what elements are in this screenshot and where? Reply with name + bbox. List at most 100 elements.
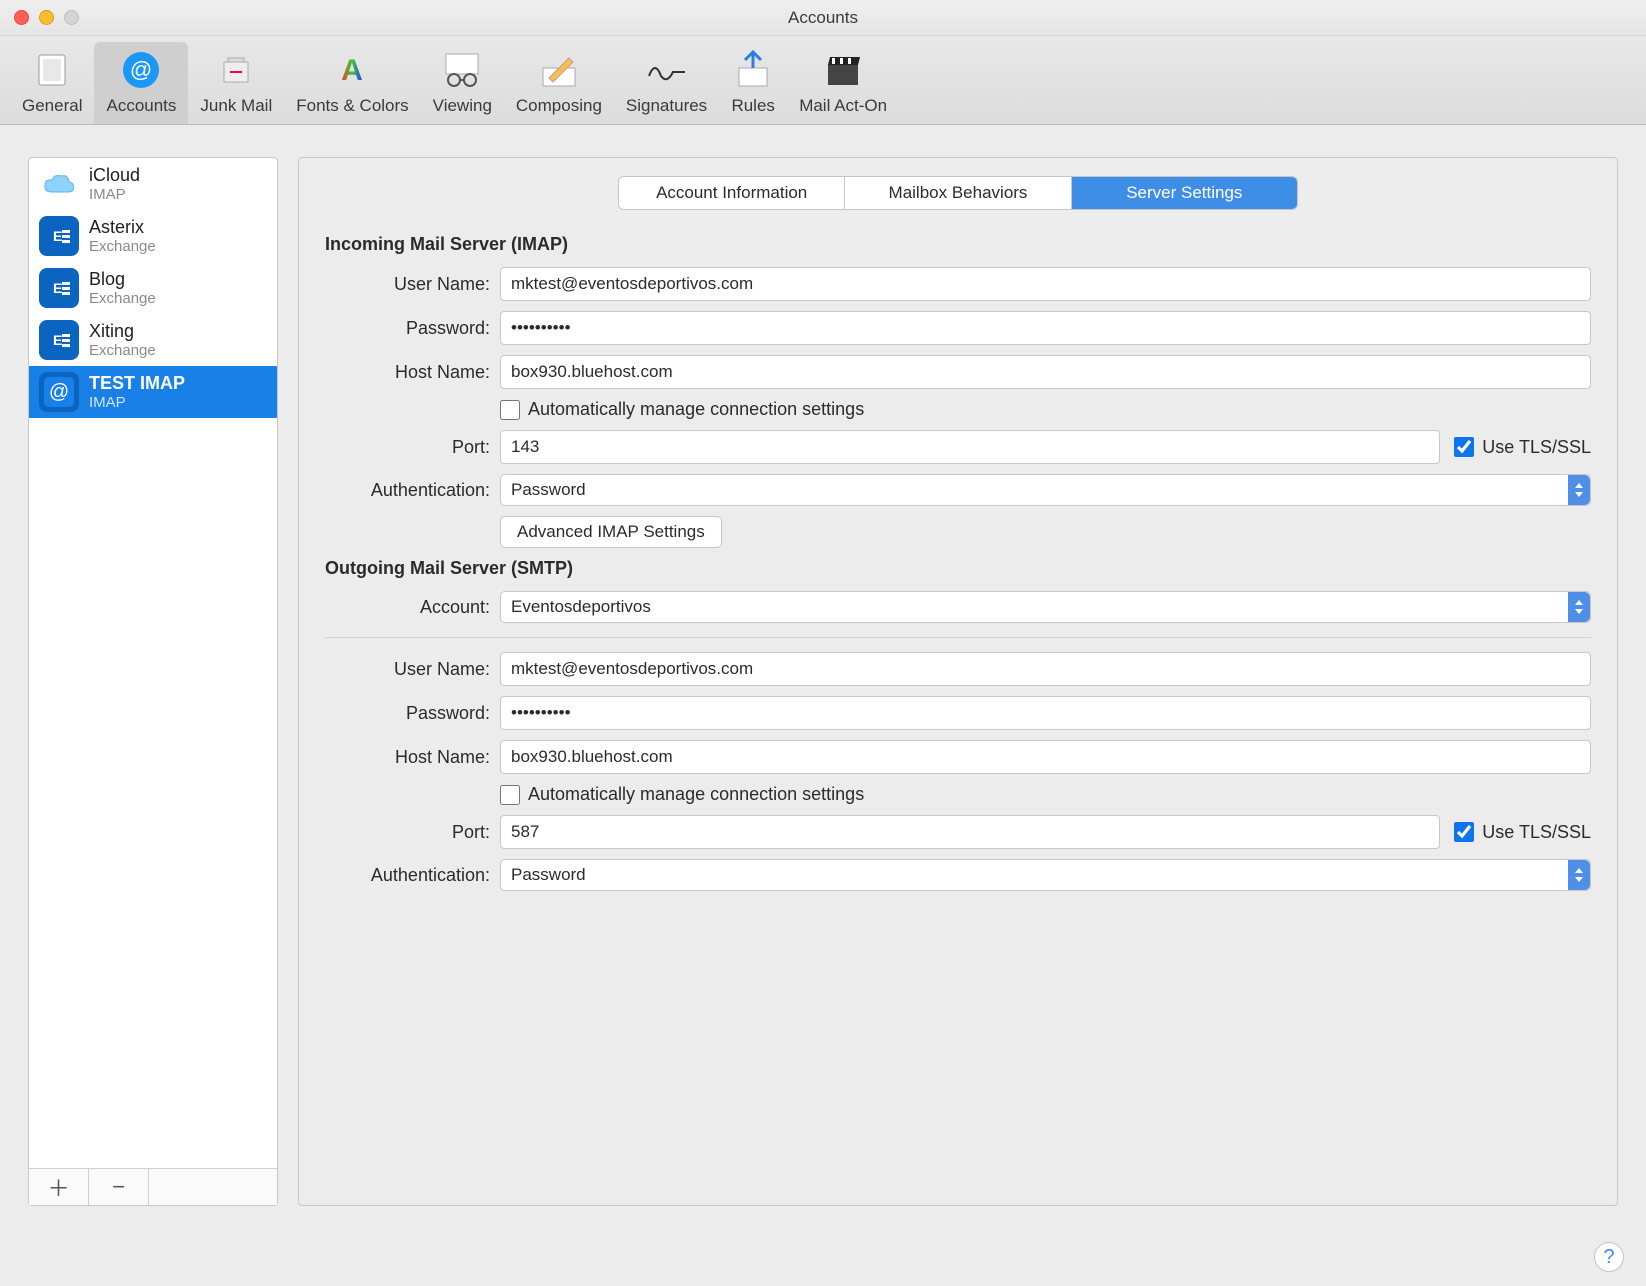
sidebar-item-icloud[interactable]: iCloud IMAP xyxy=(29,158,277,210)
sidebar-item-xiting[interactable]: E Xiting Exchange xyxy=(29,314,277,366)
advanced-imap-button[interactable]: Advanced IMAP Settings xyxy=(500,516,722,548)
svg-text:@: @ xyxy=(130,57,152,82)
incoming-host-label: Host Name: xyxy=(325,362,500,383)
accounts-sidebar: iCloud IMAP E Asterix Exchange E xyxy=(28,157,278,1206)
exchange-icon: E xyxy=(39,216,79,256)
account-name: TEST IMAP xyxy=(89,373,185,394)
sidebar-footer: ＋ − xyxy=(29,1168,277,1205)
outgoing-auto-checkbox[interactable]: Automatically manage connection settings xyxy=(500,784,864,805)
add-account-button[interactable]: ＋ xyxy=(29,1169,89,1205)
toolbar-accounts-label: Accounts xyxy=(106,96,176,116)
divider xyxy=(325,637,1591,638)
svg-text:E: E xyxy=(53,280,62,296)
sidebar-item-test-imap[interactable]: @ TEST IMAP IMAP xyxy=(29,366,277,418)
outgoing-heading: Outgoing Mail Server (SMTP) xyxy=(325,558,1591,579)
outgoing-port-input[interactable] xyxy=(500,815,1440,849)
incoming-tls-checkbox-input[interactable] xyxy=(1454,437,1474,457)
toolbar-signatures-label: Signatures xyxy=(626,96,707,116)
select-stepper-icon xyxy=(1568,860,1590,890)
tab-account-info[interactable]: Account Information xyxy=(619,177,845,209)
account-protocol: Exchange xyxy=(89,290,156,307)
account-name: Blog xyxy=(89,269,156,290)
toolbar-junk-label: Junk Mail xyxy=(200,96,272,116)
incoming-auth-value: Password xyxy=(511,480,586,500)
toolbar-rules-label: Rules xyxy=(731,96,774,116)
help-button[interactable]: ? xyxy=(1594,1242,1624,1272)
outgoing-auth-select[interactable]: Password xyxy=(500,859,1591,891)
tab-server-settings[interactable]: Server Settings xyxy=(1072,177,1297,209)
toolbar-junk[interactable]: Junk Mail xyxy=(188,42,284,124)
toolbar-mailacton-label: Mail Act-On xyxy=(799,96,887,116)
outgoing-account-value: Eventosdeportivos xyxy=(511,597,651,617)
preferences-toolbar: General @ Accounts Junk Mail A Fonts & C… xyxy=(0,36,1646,125)
toolbar-mailacton[interactable]: Mail Act-On xyxy=(787,42,899,124)
rules-icon xyxy=(731,48,775,92)
account-name: Asterix xyxy=(89,217,156,238)
account-protocol: IMAP xyxy=(89,186,140,203)
incoming-password-input[interactable] xyxy=(500,311,1591,345)
signatures-icon xyxy=(645,48,689,92)
outgoing-host-input[interactable] xyxy=(500,740,1591,774)
incoming-auto-checkbox[interactable]: Automatically manage connection settings xyxy=(500,399,864,420)
outgoing-host-label: Host Name: xyxy=(325,747,500,768)
select-stepper-icon xyxy=(1568,592,1590,622)
sidebar-item-asterix[interactable]: E Asterix Exchange xyxy=(29,210,277,262)
outgoing-auto-checkbox-input[interactable] xyxy=(500,785,520,805)
outgoing-account-select[interactable]: Eventosdeportivos xyxy=(500,591,1591,623)
toolbar-fonts[interactable]: A Fonts & Colors xyxy=(284,42,420,124)
select-stepper-icon xyxy=(1568,475,1590,505)
outgoing-account-label: Account: xyxy=(325,597,500,618)
incoming-port-label: Port: xyxy=(325,437,500,458)
incoming-host-input[interactable] xyxy=(500,355,1591,389)
outgoing-tls-checkbox[interactable]: Use TLS/SSL xyxy=(1454,822,1591,843)
footer: ? xyxy=(0,1230,1646,1286)
outgoing-port-label: Port: xyxy=(325,822,500,843)
toolbar-viewing[interactable]: Viewing xyxy=(421,42,504,124)
settings-panel: Account Information Mailbox Behaviors Se… xyxy=(298,157,1618,1206)
window-title: Accounts xyxy=(0,8,1646,28)
outgoing-tls-checkbox-input[interactable] xyxy=(1454,822,1474,842)
svg-text:E: E xyxy=(53,332,62,348)
incoming-tls-checkbox[interactable]: Use TLS/SSL xyxy=(1454,437,1591,458)
outgoing-user-label: User Name: xyxy=(325,659,500,680)
incoming-tls-label: Use TLS/SSL xyxy=(1482,437,1591,458)
toolbar-fonts-label: Fonts & Colors xyxy=(296,96,408,116)
incoming-auto-label: Automatically manage connection settings xyxy=(528,399,864,420)
incoming-port-input[interactable] xyxy=(500,430,1440,464)
accounts-list: iCloud IMAP E Asterix Exchange E xyxy=(29,158,277,1168)
at-icon: @ xyxy=(39,372,79,412)
exchange-icon: E xyxy=(39,320,79,360)
toolbar-composing[interactable]: Composing xyxy=(504,42,614,124)
exchange-icon: E xyxy=(39,268,79,308)
outgoing-tls-label: Use TLS/SSL xyxy=(1482,822,1591,843)
account-protocol: Exchange xyxy=(89,238,156,255)
toolbar-rules[interactable]: Rules xyxy=(719,42,787,124)
toolbar-signatures[interactable]: Signatures xyxy=(614,42,719,124)
account-name: Xiting xyxy=(89,321,156,342)
tab-mailbox-behaviors[interactable]: Mailbox Behaviors xyxy=(845,177,1071,209)
preferences-window: Accounts General @ Accounts Junk Mail A … xyxy=(0,0,1646,1286)
incoming-auto-checkbox-input[interactable] xyxy=(500,400,520,420)
account-protocol: IMAP xyxy=(89,394,185,411)
toolbar-viewing-label: Viewing xyxy=(433,96,492,116)
outgoing-auth-value: Password xyxy=(511,865,586,885)
accounts-icon: @ xyxy=(119,48,163,92)
toolbar-accounts[interactable]: @ Accounts xyxy=(94,42,188,124)
fonts-icon: A xyxy=(330,48,374,92)
account-protocol: Exchange xyxy=(89,342,156,359)
outgoing-auth-label: Authentication: xyxy=(325,865,500,886)
remove-account-button[interactable]: − xyxy=(89,1169,149,1205)
toolbar-general[interactable]: General xyxy=(10,42,94,124)
outgoing-password-input[interactable] xyxy=(500,696,1591,730)
incoming-password-label: Password: xyxy=(325,318,500,339)
incoming-auth-select[interactable]: Password xyxy=(500,474,1591,506)
incoming-heading: Incoming Mail Server (IMAP) xyxy=(325,234,1591,255)
incoming-user-label: User Name: xyxy=(325,274,500,295)
incoming-auth-label: Authentication: xyxy=(325,480,500,501)
cloud-icon xyxy=(39,164,79,204)
settings-tabs: Account Information Mailbox Behaviors Se… xyxy=(618,176,1298,210)
sidebar-item-blog[interactable]: E Blog Exchange xyxy=(29,262,277,314)
outgoing-user-input[interactable] xyxy=(500,652,1591,686)
incoming-user-input[interactable] xyxy=(500,267,1591,301)
general-icon xyxy=(30,48,74,92)
